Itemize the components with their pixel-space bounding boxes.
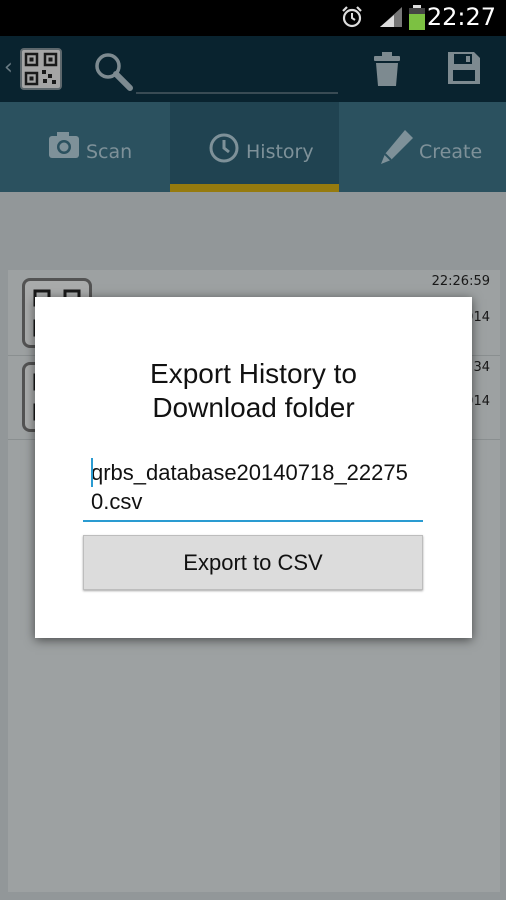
dialog-title: Export History to Download folder — [35, 357, 472, 425]
dialog-title-line2: Download folder — [152, 392, 355, 423]
status-bar: 22:27 — [0, 0, 506, 36]
status-time: 22:27 — [426, 3, 496, 31]
dialog-title-line1: Export History to — [150, 358, 357, 389]
battery-icon — [409, 5, 425, 30]
filename-field[interactable]: qrbs_database20140718_222750.csv — [83, 452, 423, 522]
export-csv-button[interactable]: Export to CSV — [83, 535, 423, 590]
export-dialog: Export History to Download folder qrbs_d… — [35, 297, 472, 638]
filename-value: qrbs_database20140718_222750.csv — [91, 460, 408, 514]
signal-icon — [380, 7, 402, 27]
alarm-icon — [342, 6, 362, 28]
text-cursor — [91, 458, 93, 487]
